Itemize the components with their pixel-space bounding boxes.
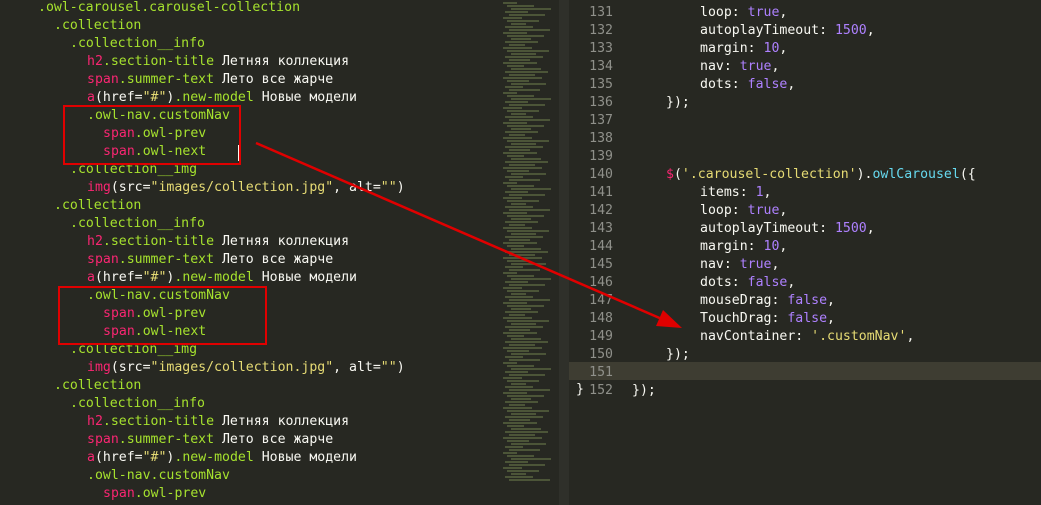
annotation-arrow [255, 141, 682, 328]
arrow-shaft [255, 141, 679, 328]
arrow-head [656, 310, 682, 328]
